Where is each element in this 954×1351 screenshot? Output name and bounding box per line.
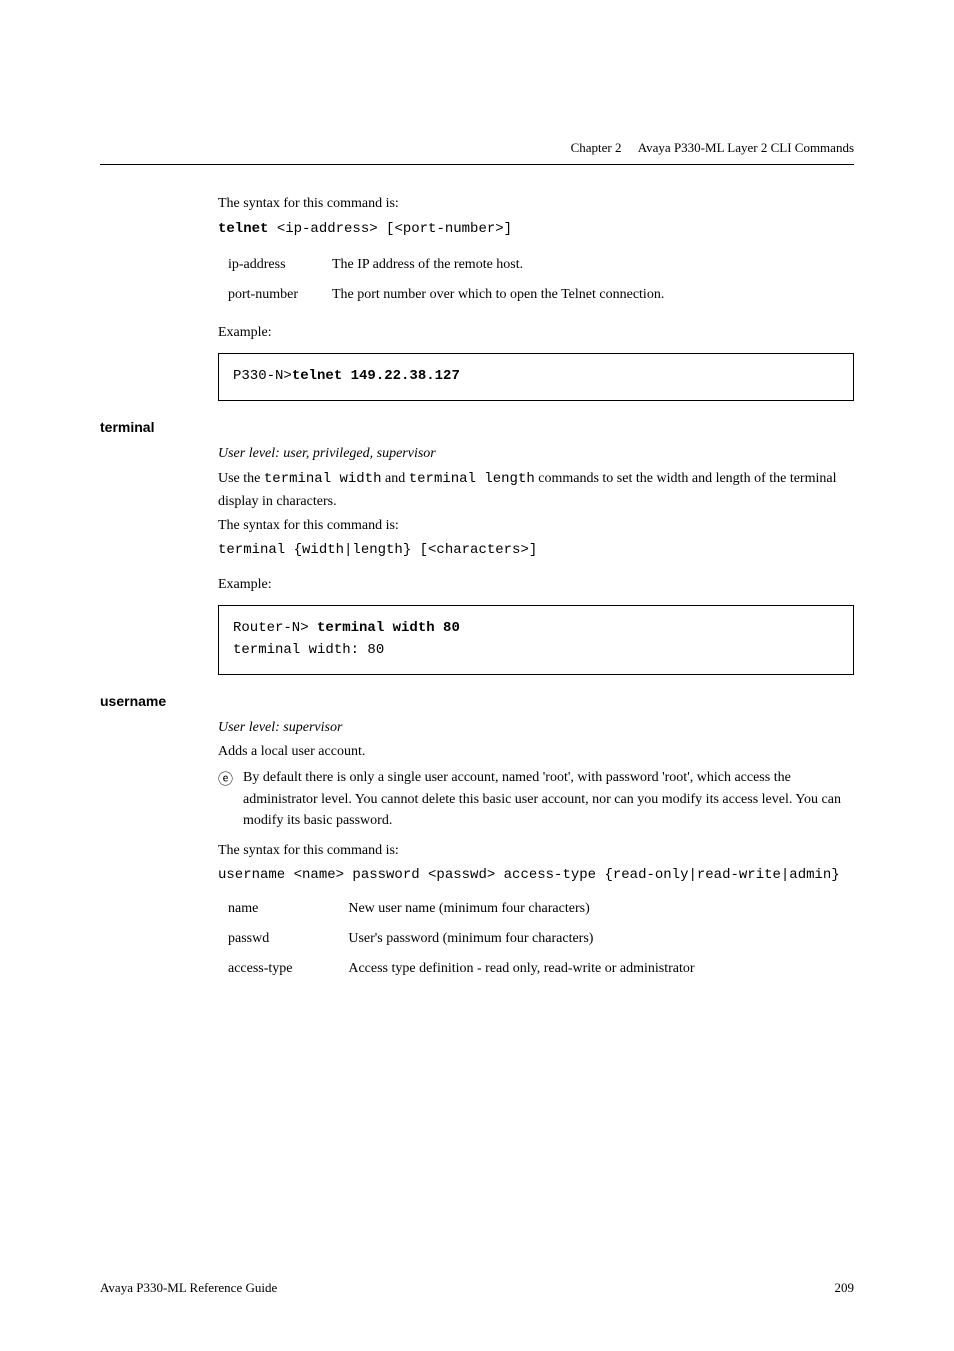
desc-code: terminal width: [264, 471, 382, 487]
desc-code: terminal length: [409, 471, 535, 487]
code-command: terminal width 80: [317, 620, 460, 636]
terminal-syntax-label: The syntax for this command is:: [218, 515, 854, 537]
username-desc: Adds a local user account.: [218, 741, 854, 763]
terminal-block: User level: user, privileged, supervisor…: [218, 443, 854, 675]
username-param-table: name New user name (minimum four charact…: [228, 894, 695, 983]
section-username-heading: username: [100, 693, 854, 709]
username-block: User level: supervisor Adds a local user…: [218, 717, 854, 984]
param-name: passwd: [228, 924, 348, 954]
telnet-param-table: ip-address The IP address of the remote …: [228, 250, 664, 309]
param-name: name: [228, 894, 348, 924]
param-name: port-number: [228, 280, 332, 310]
telnet-syntax-args: <ip-address> [<port-number>]: [268, 221, 512, 237]
username-syntax-label: The syntax for this command is:: [218, 840, 854, 862]
terminal-description: Use the terminal width and terminal leng…: [218, 468, 854, 512]
username-note: ⓔ By default there is only a single user…: [218, 767, 854, 832]
footer-page-number: 209: [835, 1280, 855, 1296]
table-row: passwd User's password (minimum four cha…: [228, 924, 695, 954]
table-row: access-type Access type definition - rea…: [228, 954, 695, 984]
terminal-code-box: Router-N> terminal width 80 terminal wid…: [218, 605, 854, 674]
telnet-block: The syntax for this command is: telnet <…: [218, 193, 854, 401]
code-command: telnet 149.22.38.127: [292, 368, 460, 384]
table-row: ip-address The IP address of the remote …: [228, 250, 664, 280]
param-desc: New user name (minimum four characters): [348, 894, 694, 924]
footer-left: Avaya P330-ML Reference Guide: [100, 1280, 277, 1296]
terminal-syntax: terminal {width|length} [<characters>]: [218, 540, 854, 562]
desc-text: Use the: [218, 471, 264, 486]
table-row: name New user name (minimum four charact…: [228, 894, 695, 924]
code-prefix: P330-N>: [233, 368, 292, 384]
param-desc: Access type definition - read only, read…: [348, 954, 694, 984]
terminal-example-label: Example:: [218, 574, 854, 596]
header-chapter: Chapter 2: [571, 140, 622, 155]
param-desc: The port number over which to open the T…: [332, 280, 664, 310]
header-rule: Chapter 2 Avaya P330-ML Layer 2 CLI Comm…: [100, 140, 854, 165]
param-desc: User's password (minimum four characters…: [348, 924, 694, 954]
telnet-example-label: Example:: [218, 322, 854, 344]
telnet-syntax: telnet <ip-address> [<port-number>]: [218, 218, 854, 241]
code-output: terminal width: 80: [233, 642, 384, 658]
page-header: Chapter 2 Avaya P330-ML Layer 2 CLI Comm…: [100, 140, 854, 156]
terminal-userlevel: User level: user, privileged, supervisor: [218, 443, 854, 465]
param-name: ip-address: [228, 250, 332, 280]
telnet-syntax-intro: The syntax for this command is:: [218, 193, 854, 215]
username-userlevel: User level: supervisor: [218, 717, 854, 739]
page-footer: Avaya P330-ML Reference Guide 209: [100, 1280, 854, 1296]
header-title: Avaya P330-ML Layer 2 CLI Commands: [638, 140, 854, 155]
table-row: port-number The port number over which t…: [228, 280, 664, 310]
desc-text: and: [382, 471, 409, 486]
telnet-syntax-cmd: telnet: [218, 221, 268, 237]
param-desc: The IP address of the remote host.: [332, 250, 664, 280]
code-prefix: Router-N>: [233, 620, 317, 636]
param-name: access-type: [228, 954, 348, 984]
username-syntax: username <name> password <passwd> access…: [218, 865, 854, 887]
note-text: By default there is only a single user a…: [243, 767, 854, 832]
telnet-code-box: P330-N>telnet 149.22.38.127: [218, 353, 854, 401]
section-terminal-heading: terminal: [100, 419, 854, 435]
info-icon: ⓔ: [218, 768, 233, 791]
